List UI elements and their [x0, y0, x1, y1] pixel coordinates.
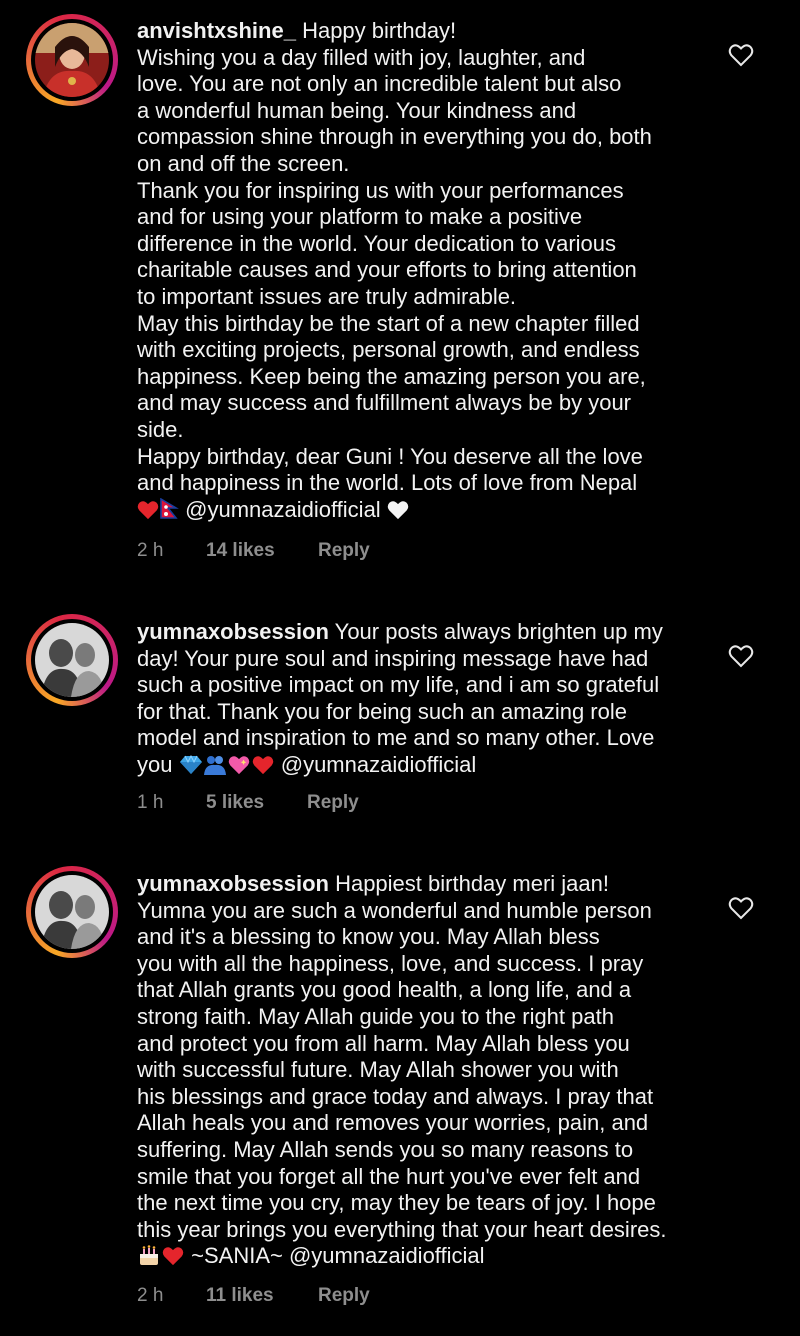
comment-line: Happiest birthday meri jaan! — [335, 871, 609, 896]
comment-line: that Allah grants you good health, a lon… — [137, 977, 632, 1003]
reply-button[interactable]: Reply — [318, 1285, 370, 1307]
comment-line: difference in the world. Your dedication… — [137, 230, 617, 256]
comment-line: and it's a blessing to know you. May All… — [137, 924, 600, 950]
comment-line: Thank you for inspiring us with your per… — [137, 177, 624, 203]
comment-line: Wishing you a day filled with joy, laugh… — [137, 44, 586, 70]
comment-line: and may success and fulfillment always b… — [137, 390, 632, 416]
comment-line: with exciting projects, personal growth,… — [137, 337, 640, 363]
avatar[interactable] — [26, 614, 118, 706]
people-hugging-emoji — [203, 755, 226, 775]
comment-text: anvishtxshine_ Happy birthday! Wishing y… — [137, 18, 712, 523]
comment-line: Allah heals you and removes your worries… — [137, 1110, 649, 1136]
comment-time: 2 h — [137, 540, 164, 561]
comment-line: love. You are not only an incredible tal… — [137, 71, 622, 97]
heart-outline-icon[interactable] — [728, 896, 754, 920]
heart-outline-icon[interactable] — [728, 43, 754, 67]
comment-line: smile that you forget all the hurt you'v… — [137, 1163, 641, 1189]
nepal-flag-emoji — [160, 497, 179, 519]
birthday-cake-emoji — [140, 1245, 158, 1266]
comment-line: you — [137, 751, 173, 777]
red-heart-emoji — [137, 500, 159, 519]
comment-line: charitable causes and your efforts to br… — [137, 257, 637, 283]
comment-line: to important issues are truly admirable. — [137, 283, 517, 309]
comment-line: compassion shine through in everything y… — [137, 124, 652, 150]
comment-username[interactable]: anvishtxshine_ — [137, 18, 296, 43]
comment-line: Happy birthday! — [302, 18, 457, 43]
comment-username[interactable]: yumnaxobsession — [137, 871, 329, 896]
comment-line: the next time you cry, may they be tears… — [137, 1190, 656, 1216]
comment-line: side. — [137, 416, 184, 442]
comment-line: you with all the happiness, love, and su… — [137, 950, 644, 976]
comment-time: 2 h — [137, 1285, 164, 1306]
comment-line: this year brings you everything that you… — [137, 1216, 667, 1242]
sparkling-heart-emoji — [228, 756, 249, 775]
comment-time: 1 h — [137, 792, 164, 813]
comment-line: for that. Thank you for being such an am… — [137, 698, 627, 724]
blue-diamond-emoji — [179, 754, 202, 774]
red-heart-emoji — [252, 756, 273, 775]
comment-line: day! Your pure soul and inspiring messag… — [137, 645, 649, 671]
comment-line: with successful future. May Allah shower… — [137, 1057, 619, 1083]
mention-link[interactable]: @yumnazaidiofficial — [281, 752, 477, 777]
comment-username[interactable]: yumnaxobsession — [137, 619, 329, 644]
reply-button[interactable]: Reply — [307, 792, 359, 814]
comment-line: Yumna you are such a wonderful and humbl… — [137, 897, 652, 923]
comment-line: on and off the screen. — [137, 150, 350, 176]
likes-count[interactable]: 5 likes — [206, 792, 264, 814]
comment-line: Happy birthday, dear Guni ! You deserve … — [137, 443, 643, 469]
white-heart-emoji — [387, 500, 409, 519]
comment-text: yumnaxobsession Your posts always bright… — [137, 619, 712, 779]
mention-link[interactable]: @yumnazaidiofficial — [185, 497, 381, 522]
avatar[interactable] — [26, 14, 118, 106]
comment-line: May this birthday be the start of a new … — [137, 310, 640, 336]
comment-line: his blessings and grace today and always… — [137, 1083, 654, 1109]
comment-line: and protect you from all harm. May Allah… — [137, 1030, 630, 1056]
comment-line: and happiness in the world. Lots of love… — [137, 470, 638, 496]
comment-line: happiness. Keep being the amazing person… — [137, 363, 646, 389]
comment-line: Your posts always brighten up my — [334, 619, 663, 644]
comment-line: strong faith. May Allah guide you to the… — [137, 1003, 614, 1029]
likes-count[interactable]: 11 likes — [206, 1285, 274, 1307]
avatar[interactable] — [26, 866, 118, 958]
comment-line: a wonderful human being. Your kindness a… — [137, 97, 577, 123]
comment-line: model and inspiration to me and so many … — [137, 725, 655, 751]
red-heart-emoji — [162, 1247, 184, 1266]
comment-line: suffering. May Allah sends you so many r… — [137, 1136, 634, 1162]
comment-text: yumnaxobsession Happiest birthday meri j… — [137, 871, 712, 1270]
comment-line: such a positive impact on my life, and i… — [137, 672, 660, 698]
signature-and-mention[interactable]: ~SANIA~ @yumnazaidiofficial — [191, 1243, 484, 1268]
heart-outline-icon[interactable] — [728, 644, 754, 668]
comment-line: and for using your platform to make a po… — [137, 204, 583, 230]
likes-count[interactable]: 14 likes — [206, 540, 275, 562]
reply-button[interactable]: Reply — [318, 540, 370, 562]
